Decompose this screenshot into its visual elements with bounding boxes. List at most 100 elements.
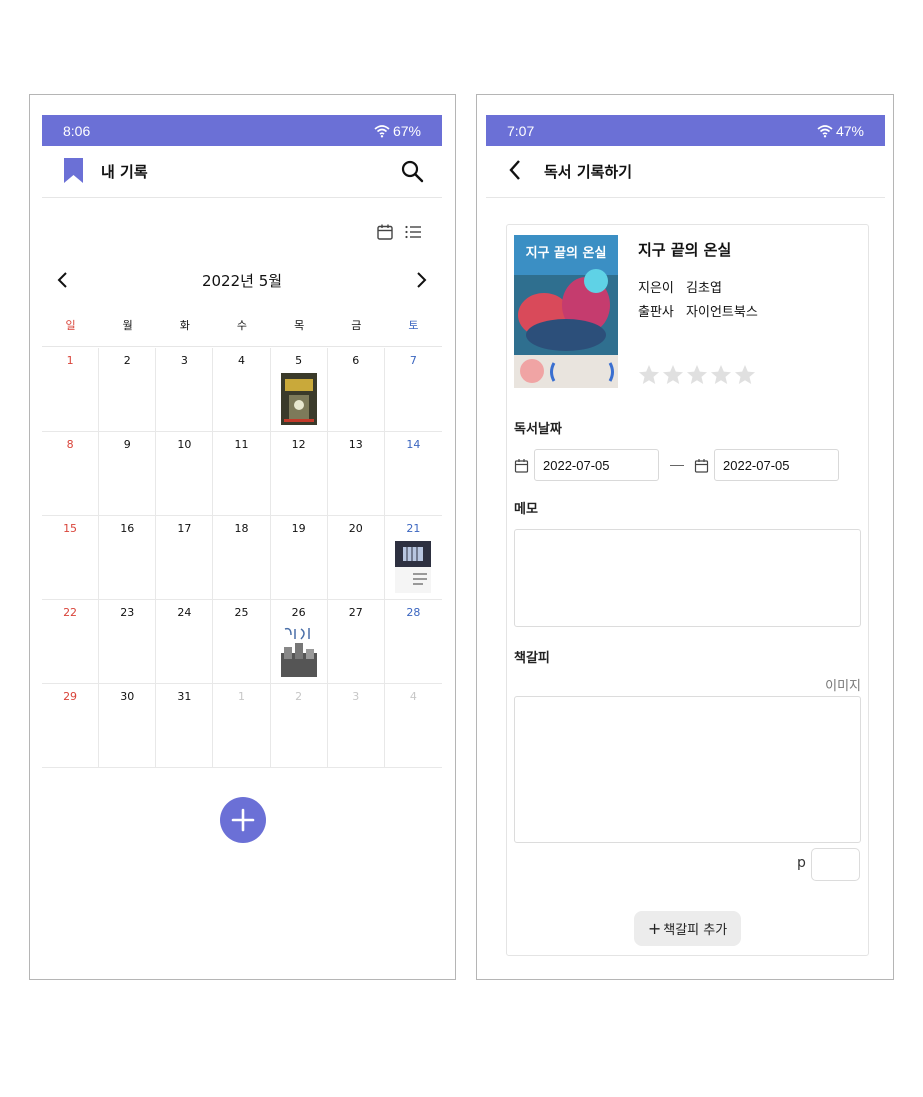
weekday-label: 일 <box>65 319 76 332</box>
calendar-day-cell[interactable]: 20 <box>327 516 385 600</box>
star-icon[interactable] <box>734 364 756 385</box>
day-number: 6 <box>352 354 360 367</box>
calendar-day-cell[interactable]: 3 <box>156 348 214 432</box>
day-number: 16 <box>120 522 135 535</box>
add-record-button[interactable] <box>220 797 266 843</box>
month-title: 2022년 5월 <box>201 272 283 290</box>
calendar-day-cell[interactable]: 10 <box>156 432 214 516</box>
calendar-day-cell[interactable]: 26 <box>270 600 328 684</box>
calendar-day-cell[interactable]: 14 <box>384 432 442 516</box>
calendar-day-cell[interactable]: 24 <box>156 600 214 684</box>
publisher-row: 출판사 자이언트북스 <box>638 301 758 320</box>
wifi-icon <box>374 124 390 137</box>
calendar-day-cell[interactable]: 12 <box>270 432 328 516</box>
star-icon[interactable] <box>638 364 660 385</box>
calendar-day-cell[interactable]: 19 <box>270 516 328 600</box>
weekday-label: 화 <box>179 319 190 332</box>
status-bar: 7:07 47% <box>486 115 885 146</box>
day-number: 7 <box>409 354 417 367</box>
calendar-day-cell[interactable]: 18 <box>213 516 271 600</box>
status-time: 8:06 <box>63 122 91 139</box>
calendar-day-cell[interactable]: 16 <box>99 516 157 600</box>
end-date-field[interactable]: 2022-07-05 <box>714 449 839 481</box>
rating-stars <box>638 364 756 385</box>
day-number: 20 <box>348 522 363 535</box>
day-number: 1 <box>66 354 74 367</box>
page-number-input[interactable] <box>811 848 860 881</box>
weekday-label: 목 <box>294 319 305 332</box>
reading-date-label: 독서날짜 <box>514 422 562 437</box>
calendar-day-cell[interactable]: 3 <box>327 684 385 768</box>
star-icon[interactable] <box>662 364 684 385</box>
battery-level: 67% <box>392 122 421 139</box>
day-number: 30 <box>120 690 135 703</box>
calendar-day-cell[interactable]: 31 <box>156 684 214 768</box>
day-number: 11 <box>234 438 249 451</box>
day-number: 31 <box>177 690 192 703</box>
reading-date-row: 2022-07-05 2022-07-05 <box>514 449 839 481</box>
app-header: 독서 기록하기 <box>486 146 885 198</box>
page-title: 내 기록 <box>101 163 148 181</box>
calendar-day-cell[interactable]: 29 <box>42 684 100 768</box>
book-cover-image: 지구 끝의 온실 <box>514 235 618 388</box>
calendar-day-cell[interactable]: 25 <box>213 600 271 684</box>
calendar-day-cell[interactable]: 7 <box>384 348 442 432</box>
calendar-day-cell[interactable]: 1 <box>42 348 100 432</box>
calendar-day-cell[interactable]: 8 <box>42 432 100 516</box>
calendar-day-cell[interactable]: 22 <box>42 600 100 684</box>
day-number: 17 <box>177 522 192 535</box>
weekday-label: 금 <box>351 319 362 332</box>
search-icon[interactable] <box>400 159 424 183</box>
calendar-day-cell[interactable]: 28 <box>384 600 442 684</box>
calendar-day-cell[interactable]: 2 <box>99 348 157 432</box>
start-date-field[interactable]: 2022-07-05 <box>534 449 659 481</box>
day-number: 22 <box>63 606 78 619</box>
calendar-day-cell[interactable]: 4 <box>213 348 271 432</box>
svg-text:지구 끝의 온실: 지구 끝의 온실 <box>526 245 607 261</box>
star-icon[interactable] <box>710 364 732 385</box>
view-toggle <box>376 223 422 241</box>
reading-record-screen: 7:07 47% 독서 기록하기 지구 끝의 온실 지구 끝의 온실 지은이 김… <box>476 94 894 980</box>
calendar-day-cell[interactable]: 6 <box>327 348 385 432</box>
back-arrow-icon[interactable] <box>508 159 522 181</box>
page-title: 독서 기록하기 <box>544 163 633 181</box>
star-icon[interactable] <box>686 364 708 385</box>
publisher-label: 출판사 <box>638 305 674 320</box>
calendar-day-cell[interactable]: 23 <box>99 600 157 684</box>
add-bookmark-button[interactable]: + 책갈피 추가 <box>634 911 741 946</box>
day-number: 14 <box>406 438 421 451</box>
book-thumbnail-image[interactable] <box>280 625 317 677</box>
memo-label: 메모 <box>514 502 538 517</box>
calendar-day-cell[interactable]: 15 <box>42 516 100 600</box>
calendar-day-cell[interactable]: 30 <box>99 684 157 768</box>
calendar-day-cell[interactable]: 11 <box>213 432 271 516</box>
calendar-day-cell[interactable]: 1 <box>213 684 271 768</box>
day-number: 24 <box>177 606 192 619</box>
book-thumbnail-image[interactable] <box>280 373 317 425</box>
calendar-day-cell[interactable]: 2 <box>270 684 328 768</box>
status-bar: 8:06 67% <box>42 115 442 146</box>
image-attach-label[interactable]: 이미지 <box>825 675 861 694</box>
status-indicators: 67% <box>374 123 421 139</box>
day-number: 3 <box>180 354 188 367</box>
calendar-day-cell[interactable]: 27 <box>327 600 385 684</box>
day-number: 12 <box>291 438 306 451</box>
day-number: 29 <box>63 690 78 703</box>
wifi-icon <box>817 124 833 137</box>
day-number: 1 <box>237 690 245 703</box>
calendar-day-cell[interactable]: 21 <box>384 516 442 600</box>
book-thumbnail-image[interactable] <box>395 541 432 593</box>
calendar-day-cell[interactable]: 13 <box>327 432 385 516</box>
calendar-day-cell[interactable]: 17 <box>156 516 214 600</box>
calendar-day-cell[interactable]: 9 <box>99 432 157 516</box>
weekday-label: 월 <box>122 319 133 332</box>
memo-textarea[interactable] <box>514 529 861 627</box>
list-view-icon[interactable] <box>404 223 422 241</box>
calendar-day-cell[interactable]: 4 <box>384 684 442 768</box>
day-number: 28 <box>406 606 421 619</box>
chevron-right-icon[interactable] <box>413 271 429 289</box>
battery-level: 47% <box>835 122 864 139</box>
calendar-day-cell[interactable]: 5 <box>270 348 328 432</box>
bookmark-textarea[interactable] <box>514 696 861 843</box>
calendar-view-icon[interactable] <box>376 223 394 241</box>
